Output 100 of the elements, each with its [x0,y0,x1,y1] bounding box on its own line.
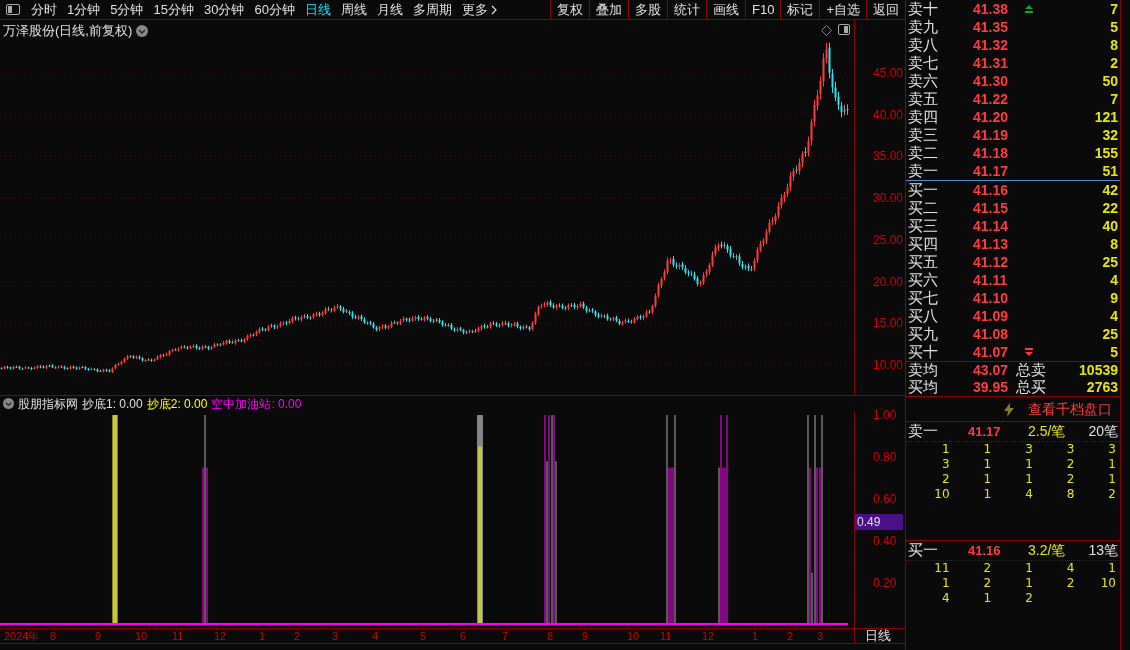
order-volume: 121 [1093,107,1118,127]
indicator-value: 抄底2: 0.00 [146,395,208,413]
toolbar-button[interactable]: +自选 [819,0,866,20]
queue-level-label: 卖一 [908,421,939,442]
order-level-label: 买十 [908,341,939,362]
order-volume: 155 [1093,143,1118,163]
period-tab[interactable]: 30分钟 [198,0,250,20]
period-tab[interactable]: 周线 [335,0,372,20]
period-tab[interactable]: 15分钟 [148,0,199,20]
order-volume: 2 [1109,53,1118,73]
period-tab[interactable]: 日线 [299,0,336,20]
queue-volume: 4 [1065,561,1075,576]
order-level-label: 卖六 [908,70,939,91]
toolbar-button[interactable]: F10 [745,0,781,20]
toolbar-button[interactable]: 统计 [667,0,706,20]
chart-title: 万泽股份(日线,前复权) [3,22,133,40]
queue-volume: 10 [1099,576,1116,591]
price-axis-label: 40.00 [872,107,903,122]
order-price: 41.31 [973,53,1010,73]
summary-total: 2763 [1085,378,1118,397]
date-axis-label: 6 [459,629,467,643]
order-volume: 51 [1101,161,1118,181]
queue-volume: 8 [1065,487,1075,502]
order-volume: 7 [1109,89,1118,109]
queue-volume: 11 [933,561,950,576]
indicator-value: 空中加油站: 0.00 [211,395,302,413]
price-axis-label: 30.00 [872,191,903,206]
period-tab[interactable]: 多周期 [407,0,457,20]
cursor-value-label: 0.49 [855,514,903,531]
toolbar-button[interactable]: 复权 [550,0,589,20]
order-price: 41.17 [973,161,1010,181]
order-price: 41.10 [973,288,1010,308]
period-tab[interactable]: 60分钟 [249,0,300,20]
queue-volume: 2 [940,472,950,487]
date-axis-label: 1 [258,629,266,643]
order-volume: 32 [1101,125,1118,145]
indicator-axis-label: 0.60 [873,492,897,506]
period-tab[interactable]: 更多 [456,0,502,20]
period-label: 日线 [864,629,892,643]
order-level-label: 卖十 [908,0,939,19]
queue-volume: 2 [982,561,992,576]
order-price: 41.16 [973,180,1010,200]
order-volume: 7 [1109,0,1118,19]
date-axis-label: 11 [659,629,672,643]
queue-volume: 3 [940,457,950,472]
date-axis-label: 3 [816,629,824,643]
queue-volume: 1 [982,487,992,502]
order-level-label: 买九 [908,323,939,344]
order-level-label: 买七 [908,287,939,308]
queue-volume: 1 [1024,561,1033,576]
order-level-label: 卖七 [908,52,939,73]
period-tab[interactable]: 1分钟 [62,0,106,20]
order-volume: 50 [1101,71,1118,91]
queue-price: 41.17 [968,422,1002,441]
order-level-label: 买二 [908,197,939,218]
summary-total-label: 总卖 [1016,360,1047,380]
order-queue-link[interactable]: 查看千档盘口 [1028,399,1112,420]
order-price: 41.35 [973,17,1010,37]
queue-volume: 3 [1024,442,1033,457]
queue-volume: 1 [940,576,950,591]
queue-volume: 1 [982,591,992,606]
order-volume: 4 [1109,306,1118,326]
order-level-label: 卖四 [908,106,939,127]
queue-volume: 4 [940,591,950,606]
period-tab[interactable]: 月线 [371,0,408,20]
date-axis-label: 8 [49,629,57,643]
date-axis-label: 2 [293,629,301,643]
toolbar-button[interactable]: 返回 [866,0,905,20]
date-axis-label: 2 [786,629,794,643]
order-price: 41.22 [973,89,1010,109]
toolbar-button[interactable]: 画线 [706,0,745,20]
queue-volume: 1 [1024,472,1033,487]
order-level-label: 卖五 [908,88,939,109]
order-price: 41.19 [973,125,1010,145]
date-axis-label: 9 [581,629,589,643]
toolbar-button[interactable]: 叠加 [589,0,628,20]
summary-label: 卖均 [908,360,939,380]
order-price: 41.13 [973,234,1010,254]
order-price: 41.15 [973,198,1010,218]
summary-price: 39.95 [973,378,1010,397]
queue-count: 13笔 [1087,541,1118,560]
queue-count: 20笔 [1087,422,1118,441]
indicator-axis-label: 0.40 [873,534,897,548]
date-axis-label: 12 [213,629,227,643]
price-axis-label: 15.00 [872,316,903,331]
period-tab[interactable]: 分时 [26,0,62,20]
summary-total: 10539 [1078,361,1118,380]
date-axis-label: 12 [701,629,715,643]
indicator-name: 股朋指标网 [18,395,78,413]
date-axis-label: 2024年 [3,629,40,643]
toolbar-button[interactable]: 标记 [780,0,820,20]
period-tab[interactable]: 5分钟 [105,0,149,20]
order-volume: 25 [1101,324,1118,344]
order-price: 41.30 [973,71,1010,91]
summary-label: 买均 [908,377,939,398]
price-axis-label: 45.00 [872,66,903,80]
order-price: 41.08 [973,324,1010,344]
indicator-axis-label: 0.20 [873,576,897,590]
toolbar-button[interactable]: 多股 [628,0,667,20]
order-volume: 25 [1101,252,1118,272]
